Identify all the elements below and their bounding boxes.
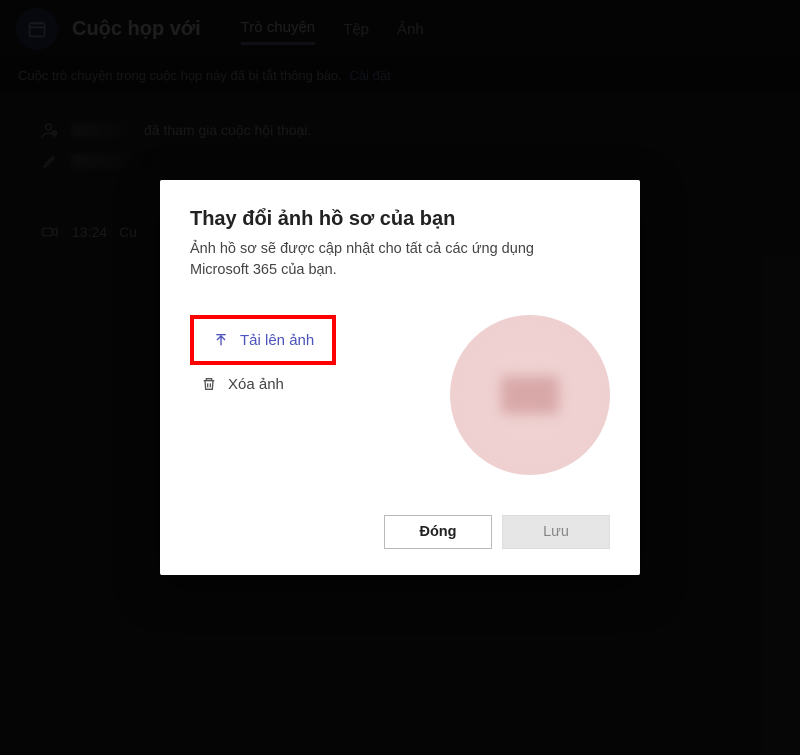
modal-overlay: Thay đổi ảnh hồ sơ của bạn Ảnh hồ sơ sẽ … [0,0,800,755]
upload-icon [212,331,230,349]
change-profile-picture-modal: Thay đổi ảnh hồ sơ của bạn Ảnh hồ sơ sẽ … [160,180,640,575]
modal-title: Thay đổi ảnh hồ sơ của bạn [190,208,610,231]
modal-footer: Đóng Lưu [190,515,610,549]
delete-label: Xóa ảnh [228,376,284,393]
upload-label: Tải lên ảnh [240,332,314,349]
upload-image-button[interactable]: Tải lên ảnh [202,323,324,357]
trash-icon [200,375,218,393]
avatar-blurred-content [501,376,559,414]
modal-actions: Tải lên ảnh Xóa ảnh [190,315,336,401]
modal-body: Tải lên ảnh Xóa ảnh [190,315,610,475]
save-button[interactable]: Lưu [502,515,610,549]
avatar-preview [450,315,610,475]
delete-image-button[interactable]: Xóa ảnh [190,367,336,401]
close-button[interactable]: Đóng [384,515,492,549]
modal-subtitle: Ảnh hồ sơ sẽ được cập nhật cho tất cả cá… [190,239,560,281]
tutorial-highlight: Tải lên ảnh [190,315,336,365]
